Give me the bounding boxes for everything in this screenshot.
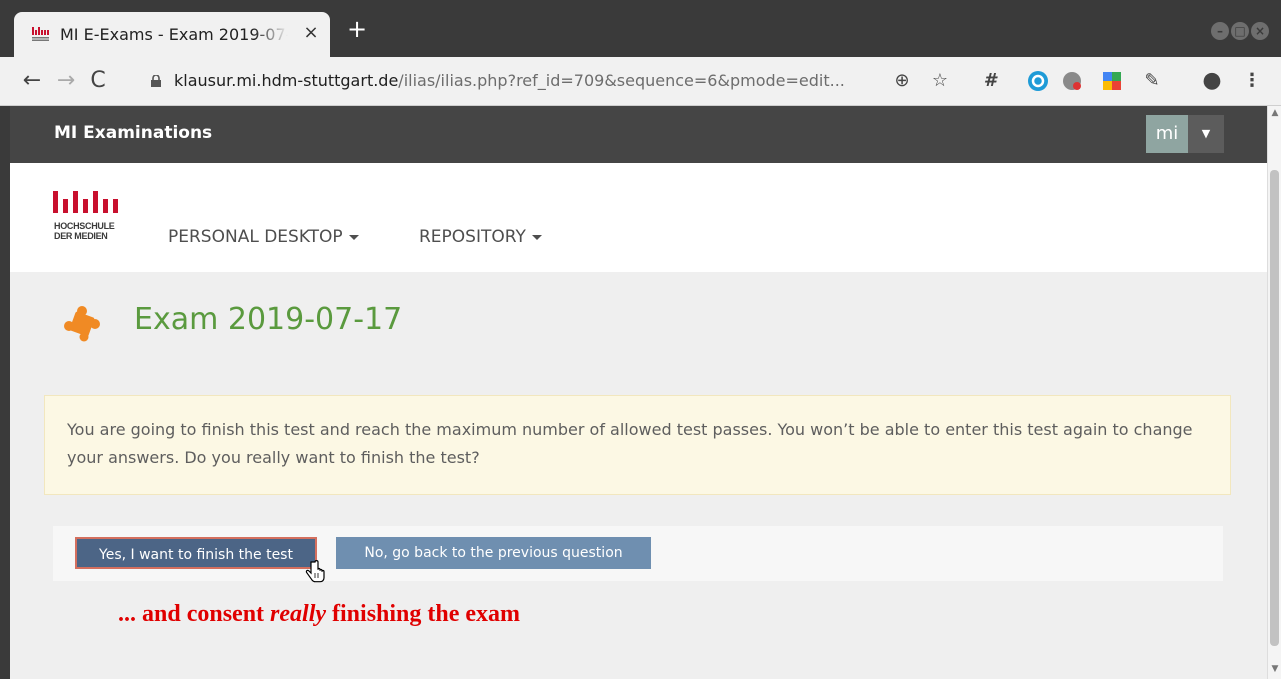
user-menu-caret-icon[interactable]: ▼ [1188,115,1224,153]
back-arrow-icon[interactable]: ← [20,67,44,95]
warning-message: You are going to finish this test and re… [67,420,1193,467]
logo-text: HOCHSCHULE DER MEDIEN [54,221,115,241]
tab-title: MI E-Exams - Exam 2019-07-17 [60,25,288,44]
nav-personal-desktop-label: PERSONAL DESKTOP [168,227,343,247]
tab-close-icon[interactable]: × [301,23,321,43]
maximize-icon[interactable]: □ [1231,22,1249,40]
annotation-suffix: finishing the exam [326,601,521,627]
privacy-extension-icon[interactable] [1060,69,1084,93]
page-scrollbar[interactable]: ▲ ▼ [1267,106,1281,679]
chevron-down-icon [348,234,359,240]
address-bar[interactable]: klausur.mi.hdm-stuttgart.de/ilias/ilias.… [150,65,880,97]
test-puzzle-icon [64,306,100,342]
eyedropper-icon[interactable]: ✎ [1140,69,1164,93]
forward-arrow-icon[interactable]: → [54,67,78,95]
main-navigation: HOCHSCHULE DER MEDIEN PERSONAL DESKTOP R… [10,163,1267,272]
user-avatar[interactable]: mi [1146,115,1188,153]
new-tab-button[interactable]: + [346,17,368,41]
nav-personal-desktop[interactable]: PERSONAL DESKTOP [168,227,359,247]
reload-icon[interactable]: C [86,67,110,95]
finish-test-button[interactable]: Yes, I want to finish the test [75,537,317,569]
bookmark-star-icon[interactable]: ☆ [928,69,952,93]
scroll-up-icon[interactable]: ▲ [1270,108,1280,118]
scroll-thumb[interactable] [1270,170,1279,646]
annotation-emphasis: really [270,601,327,627]
annotation-prefix: ... and consent [118,601,271,627]
hdm-logo[interactable]: HOCHSCHULE DER MEDIEN [53,191,133,251]
scroll-down-icon[interactable]: ▼ [1270,664,1280,674]
nav-repository[interactable]: REPOSITORY [419,227,542,247]
confirmation-button-bar: Yes, I want to finish the test No, go ba… [53,526,1223,581]
logo-line2: DER MEDIEN [54,231,108,241]
page-title: Exam 2019-07-17 [134,302,403,337]
url-text: klausur.mi.hdm-stuttgart.de/ilias/ilias.… [174,65,845,97]
minimize-icon[interactable]: – [1211,22,1229,40]
hand-pointer-icon [305,560,325,583]
lock-icon [151,75,161,87]
page-viewport: MI Examinations mi ▼ HOCHSCHULE DER MEDI… [10,106,1267,679]
finish-test-warning: You are going to finish this test and re… [44,395,1231,495]
close-window-icon[interactable]: × [1251,22,1269,40]
browser-toolbar: ← → C klausur.mi.hdm-stuttgart.de/ilias/… [0,57,1281,106]
sync-extension-icon[interactable] [1026,69,1050,93]
profile-icon[interactable]: ● [1200,69,1224,93]
hashtag-extension-icon[interactable]: # [978,69,1002,93]
top-header-bar: MI Examinations mi ▼ [10,106,1267,163]
hdm-logo-bars-icon [53,191,118,213]
annotation-caption: ... and consent really finishing the exa… [118,601,520,628]
logo-line1: HOCHSCHULE [54,221,115,231]
window-controls: – □ × [1211,20,1271,40]
url-path: /ilias/ilias.php?ref_id=709&sequence=6&p… [398,71,845,90]
menu-dots-icon[interactable]: ⋮ [1240,69,1264,93]
browser-tab[interactable]: MI E-Exams - Exam 2019-07-17 × [14,12,330,57]
nav-repository-label: REPOSITORY [419,227,526,247]
chevron-down-icon [531,234,542,240]
back-to-question-button[interactable]: No, go back to the previous question [336,537,651,569]
window-frame-left [0,106,10,679]
hdm-favicon-icon [32,27,49,41]
brand-title[interactable]: MI Examinations [54,123,212,143]
url-host: klausur.mi.hdm-stuttgart.de [174,71,399,90]
zoom-icon[interactable]: ⊕ [890,69,914,93]
color-extension-icon[interactable] [1100,69,1124,93]
browser-tabstrip: MI E-Exams - Exam 2019-07-17 × + – □ × [0,0,1281,57]
